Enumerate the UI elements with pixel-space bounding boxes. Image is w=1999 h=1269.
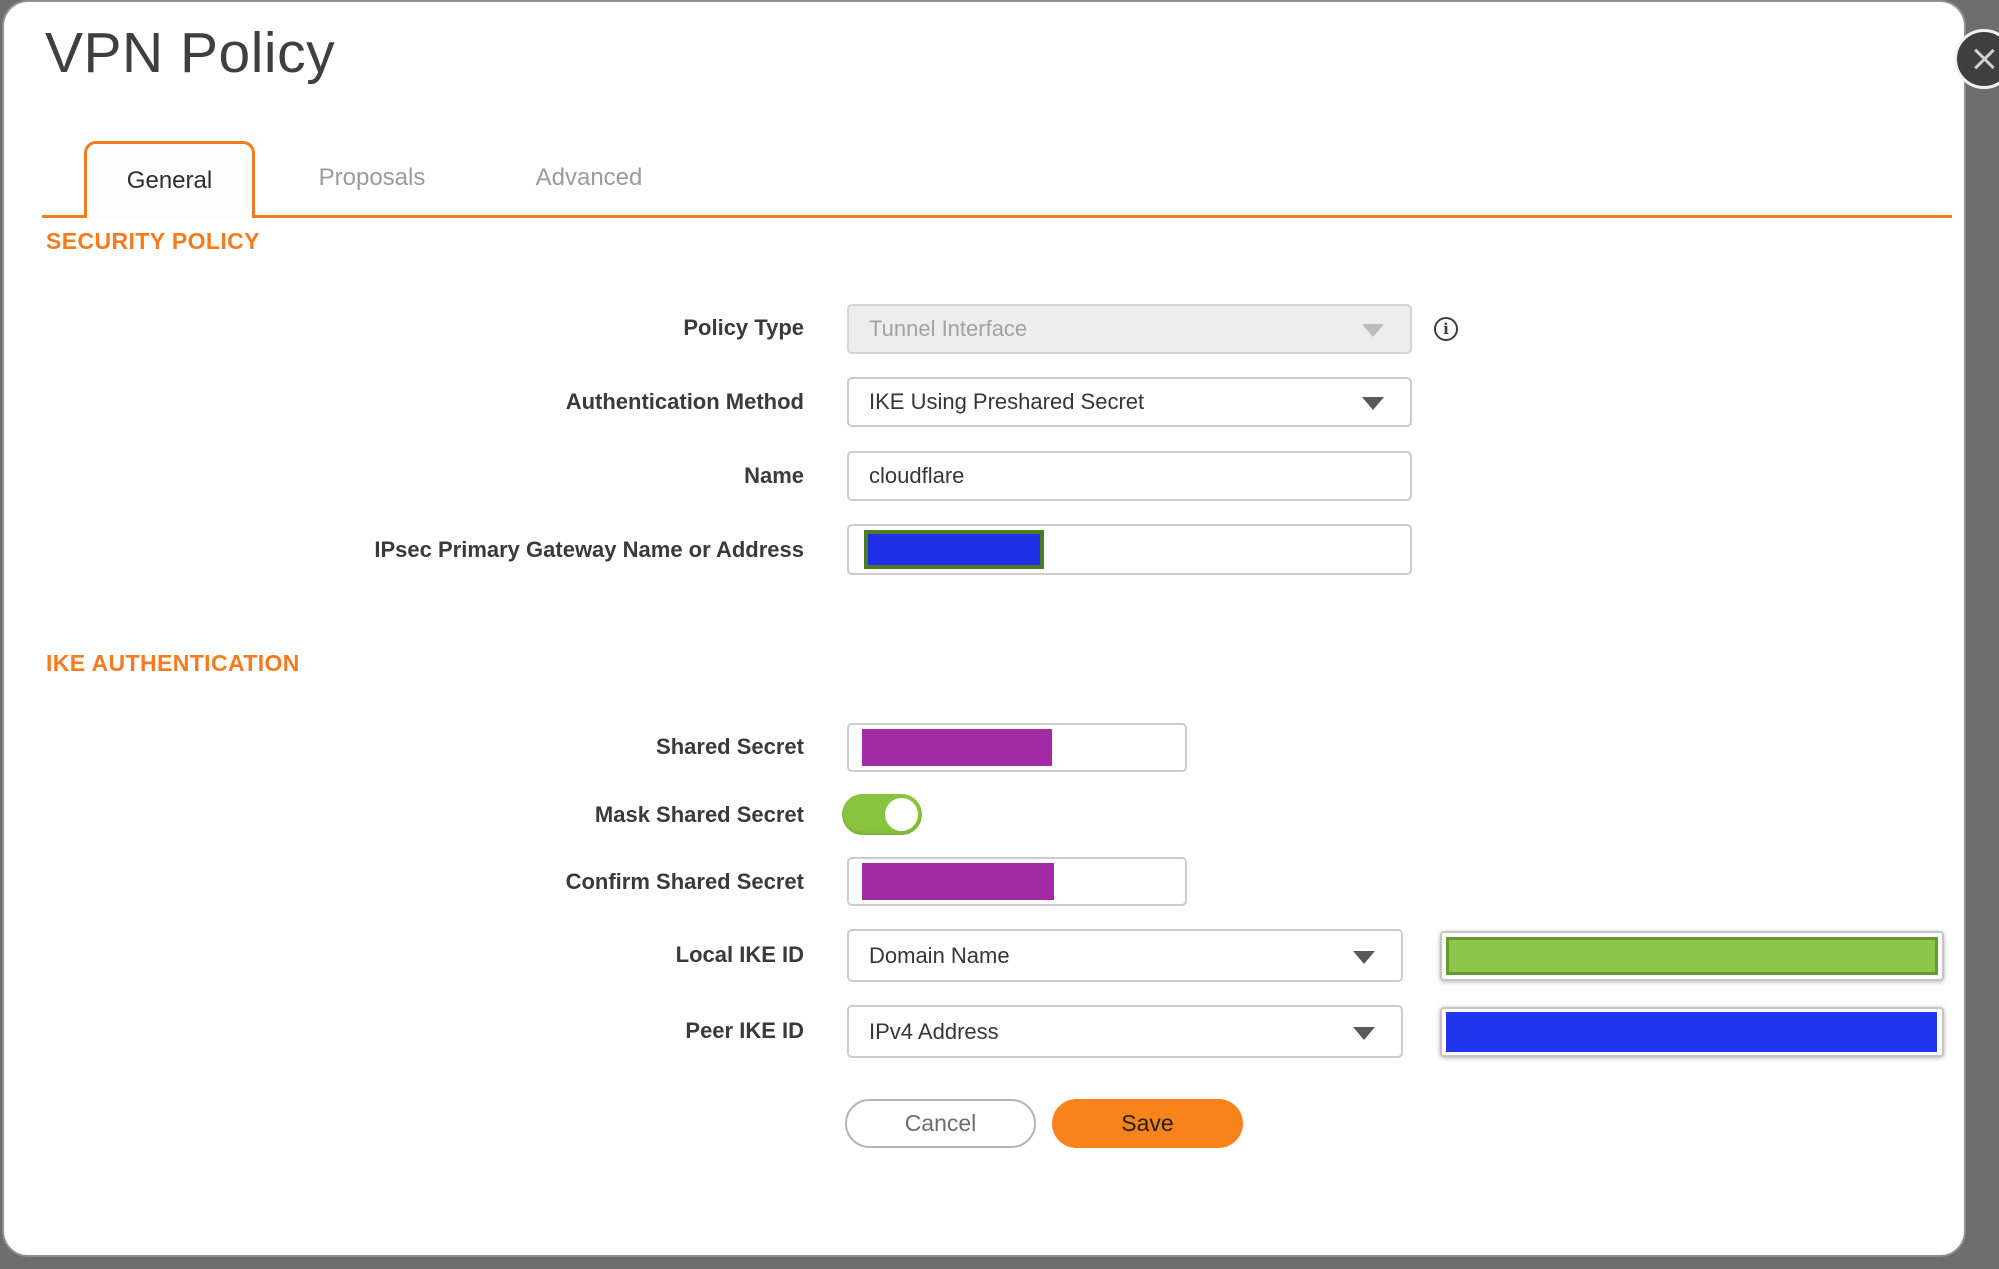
tab-underline — [42, 215, 1952, 218]
tab-advanced[interactable]: Advanced — [501, 141, 677, 215]
section-heading-ike-authentication: IKE AUTHENTICATION — [46, 650, 300, 676]
gateway-label: IPsec Primary Gateway Name or Address — [374, 537, 804, 562]
chevron-down-icon — [1353, 950, 1375, 964]
tab-general[interactable]: General — [84, 141, 255, 218]
save-button[interactable]: Save — [1052, 1099, 1243, 1148]
authentication-method-value: IKE Using Preshared Secret — [869, 389, 1145, 414]
cancel-button[interactable]: Cancel — [845, 1099, 1036, 1148]
confirm-shared-secret-redaction — [862, 863, 1054, 900]
name-input[interactable]: cloudflare — [847, 451, 1412, 501]
close-icon — [1971, 46, 1997, 72]
gateway-redaction — [864, 530, 1044, 569]
info-icon[interactable]: i — [1434, 317, 1458, 341]
chevron-down-icon — [1353, 1026, 1375, 1040]
local-ike-id-select[interactable]: Domain Name — [847, 929, 1403, 982]
toggle-knob — [885, 798, 918, 831]
local-ike-id-label: Local IKE ID — [675, 942, 804, 967]
vpn-policy-dialog: VPN Policy General Proposals Advanced SE… — [2, 0, 1966, 1257]
tab-proposals[interactable]: Proposals — [284, 141, 460, 215]
policy-type-label: Policy Type — [683, 315, 804, 340]
local-ike-id-type-value: Domain Name — [869, 942, 1010, 968]
mask-shared-secret-toggle[interactable] — [842, 794, 922, 835]
peer-ike-id-type-value: IPv4 Address — [869, 1018, 999, 1044]
name-label: Name — [744, 463, 804, 488]
dialog-title: VPN Policy — [45, 21, 336, 85]
authentication-method-label: Authentication Method — [565, 389, 804, 414]
confirm-shared-secret-label: Confirm Shared Secret — [565, 869, 804, 894]
shared-secret-label: Shared Secret — [656, 734, 804, 759]
authentication-method-select[interactable]: IKE Using Preshared Secret — [847, 377, 1412, 427]
local-ike-id-redaction — [1446, 937, 1938, 975]
chevron-down-icon — [1362, 324, 1384, 337]
peer-ike-id-redaction — [1446, 1012, 1937, 1052]
page-background: VPN Policy General Proposals Advanced SE… — [0, 0, 1999, 1269]
section-heading-security-policy: SECURITY POLICY — [46, 228, 260, 254]
policy-type-value: Tunnel Interface — [869, 316, 1028, 341]
mask-shared-secret-label: Mask Shared Secret — [594, 802, 804, 827]
peer-ike-id-label: Peer IKE ID — [685, 1018, 804, 1043]
peer-ike-id-select[interactable]: IPv4 Address — [847, 1005, 1403, 1058]
shared-secret-redaction — [862, 729, 1052, 766]
policy-type-select: Tunnel Interface — [847, 304, 1412, 354]
name-value: cloudflare — [869, 463, 965, 488]
chevron-down-icon — [1362, 397, 1384, 410]
